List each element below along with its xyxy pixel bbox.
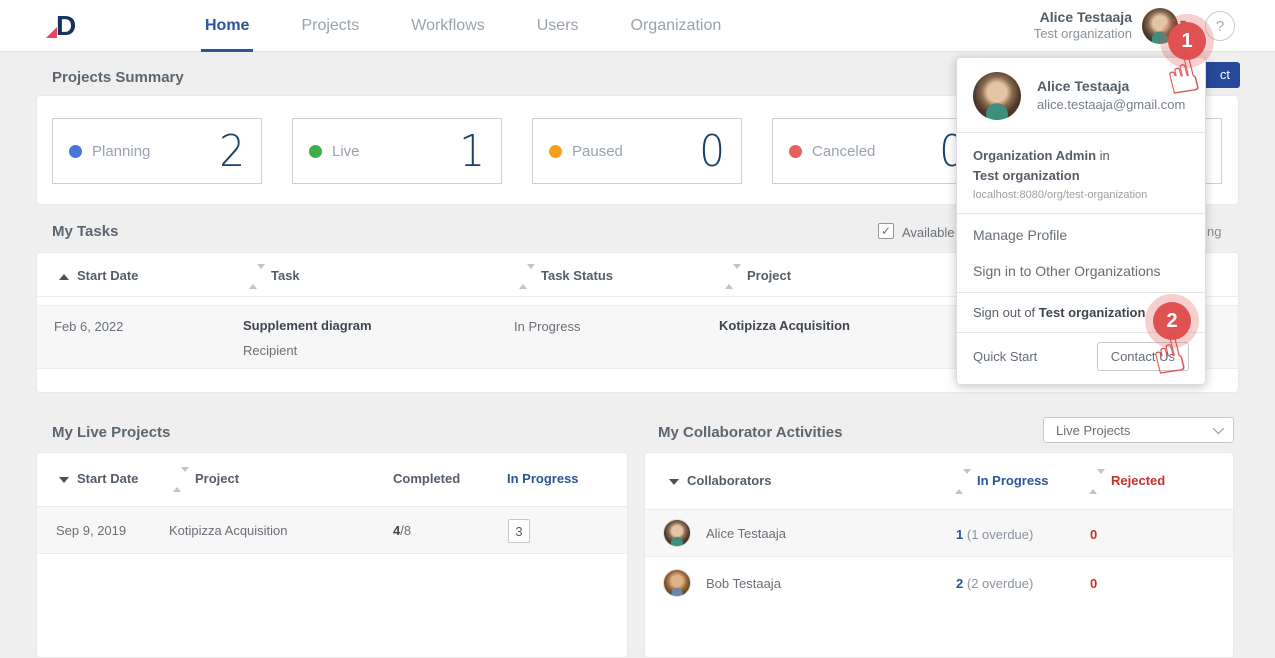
- rejected-cell[interactable]: 0: [1090, 576, 1097, 591]
- summary-card-paused[interactable]: Paused 0: [532, 118, 742, 184]
- projects-summary-title: Projects Summary: [52, 69, 184, 86]
- in-progress-cell[interactable]: 1 (1 overdue): [956, 527, 1033, 542]
- in-progress-count-box[interactable]: 3: [508, 519, 530, 543]
- quick-start-link[interactable]: Quick Start: [973, 349, 1037, 364]
- org-role: Organization Admin: [973, 148, 1096, 163]
- collaborators-header-row: Collaborators In Progress Rejected: [645, 453, 1233, 505]
- sort-desc-icon: [669, 479, 679, 485]
- user-name: Alice Testaaja: [960, 9, 1132, 26]
- project-start-date: Sep 9, 2019: [56, 523, 126, 538]
- col-start-date[interactable]: Start Date: [59, 471, 138, 486]
- nav-item-workflows[interactable]: Workflows: [411, 0, 485, 52]
- collaborator-name: Bob Testaaja: [706, 576, 781, 591]
- chevron-down-icon: [1213, 423, 1224, 434]
- menu-item-sign-in-other-orgs[interactable]: Sign in to Other Organizations: [957, 253, 1205, 292]
- nav-item-organization[interactable]: Organization: [631, 0, 722, 52]
- summary-card-canceled[interactable]: Canceled 0: [772, 118, 982, 184]
- card-label: Canceled: [812, 143, 875, 160]
- app-logo-icon[interactable]: D: [46, 9, 80, 43]
- collaborator-avatar: [663, 519, 691, 547]
- summary-card-live[interactable]: Live 1: [292, 118, 502, 184]
- my-live-projects-panel: Start Date Project Completed In Progress…: [36, 452, 628, 658]
- dropdown-avatar: [973, 72, 1021, 120]
- org-url: localhost:8080/org/test-organization: [973, 189, 1189, 201]
- available-checkbox[interactable]: ✓: [878, 223, 894, 239]
- card-label: Planning: [92, 143, 150, 160]
- collaborator-avatar: [663, 569, 691, 597]
- my-live-projects-title: My Live Projects: [52, 424, 170, 441]
- task-title[interactable]: Supplement diagram: [243, 318, 372, 333]
- col-rejected[interactable]: Rejected: [1089, 473, 1165, 489]
- collaborator-row[interactable]: Alice Testaaja 1 (1 overdue) 0: [645, 509, 1233, 557]
- card-value: 0: [699, 126, 725, 177]
- col-collaborators[interactable]: Collaborators: [669, 473, 772, 488]
- summary-card-planning[interactable]: Planning 2: [52, 118, 262, 184]
- card-value: 2: [219, 126, 245, 177]
- checkmark-icon: ✓: [881, 224, 891, 238]
- sort-icon: [1089, 474, 1105, 489]
- col-project[interactable]: Project: [173, 471, 239, 487]
- help-icon: ?: [1216, 18, 1224, 35]
- card-label: Paused: [572, 143, 623, 160]
- projects-filter-select[interactable]: Live Projects: [1043, 417, 1234, 443]
- task-start-date: Feb 6, 2022: [54, 319, 123, 334]
- collaborator-name: Alice Testaaja: [706, 526, 786, 541]
- col-task[interactable]: Task: [249, 268, 300, 284]
- collaborator-activities-title: My Collaborator Activities: [658, 424, 842, 441]
- project-name[interactable]: Kotipizza Acquisition: [169, 523, 288, 538]
- clipped-label-fragment: ng: [1207, 224, 1221, 239]
- dropdown-org-info: Organization Admin in Test organization …: [957, 133, 1205, 213]
- sort-icon: [173, 472, 189, 487]
- card-value: 1: [459, 126, 485, 177]
- paused-dot-icon: [549, 145, 562, 158]
- user-organization: Test organization: [960, 26, 1132, 41]
- my-tasks-title: My Tasks: [52, 223, 118, 240]
- live-dot-icon: [309, 145, 322, 158]
- collaborator-activities-panel: Collaborators In Progress Rejected Alice…: [644, 452, 1234, 658]
- rejected-cell[interactable]: 0: [1090, 527, 1097, 542]
- menu-item-manage-profile[interactable]: Manage Profile: [957, 214, 1205, 253]
- col-in-progress[interactable]: In Progress: [955, 473, 1049, 489]
- sort-icon: [725, 269, 741, 284]
- planning-dot-icon: [69, 145, 82, 158]
- help-button[interactable]: ?: [1205, 11, 1235, 41]
- collaborator-row[interactable]: Bob Testaaja 2 (2 overdue) 0: [645, 559, 1233, 607]
- sort-desc-icon: [59, 477, 69, 483]
- nav-item-projects[interactable]: Projects: [301, 0, 359, 52]
- canceled-dot-icon: [789, 145, 802, 158]
- col-start-date[interactable]: Start Date: [59, 268, 138, 283]
- logo-letter: D: [56, 9, 76, 43]
- live-project-row[interactable]: Sep 9, 2019 Kotipizza Acquisition 4/8 3: [37, 506, 627, 554]
- col-task-status[interactable]: Task Status: [519, 268, 613, 284]
- user-info[interactable]: Alice Testaaja Test organization: [960, 9, 1132, 41]
- col-in-progress[interactable]: In Progress: [507, 471, 579, 486]
- filter-value: Live Projects: [1056, 423, 1130, 438]
- org-role-suffix: in: [1096, 148, 1110, 163]
- task-project[interactable]: Kotipizza Acquisition: [719, 318, 850, 333]
- sort-icon: [955, 474, 971, 489]
- main-nav: Home Projects Workflows Users Organizati…: [205, 0, 721, 52]
- top-navbar: D Home Projects Workflows Users Organiza…: [0, 0, 1275, 52]
- available-checkbox-label: Available: [902, 225, 955, 240]
- task-subtitle: Recipient: [243, 343, 297, 358]
- col-completed[interactable]: Completed: [393, 471, 460, 486]
- sort-asc-icon: [59, 274, 69, 280]
- live-projects-header-row: Start Date Project Completed In Progress: [37, 453, 627, 503]
- card-label: Live: [332, 143, 360, 160]
- in-progress-cell[interactable]: 2 (2 overdue): [956, 576, 1033, 591]
- nav-item-home[interactable]: Home: [205, 0, 249, 52]
- nav-item-users[interactable]: Users: [537, 0, 579, 52]
- dropdown-user-email: alice.testaaja@gmail.com: [1037, 97, 1185, 112]
- completed-count: 4/8: [393, 523, 411, 538]
- org-name: Test organization: [973, 166, 1189, 186]
- sort-icon: [249, 269, 265, 284]
- col-project[interactable]: Project: [725, 268, 791, 284]
- dashboard-page: D Home Projects Workflows Users Organiza…: [0, 0, 1275, 658]
- dropdown-user-name: Alice Testaaja: [1037, 78, 1185, 94]
- task-status: In Progress: [514, 319, 580, 334]
- sort-icon: [519, 269, 535, 284]
